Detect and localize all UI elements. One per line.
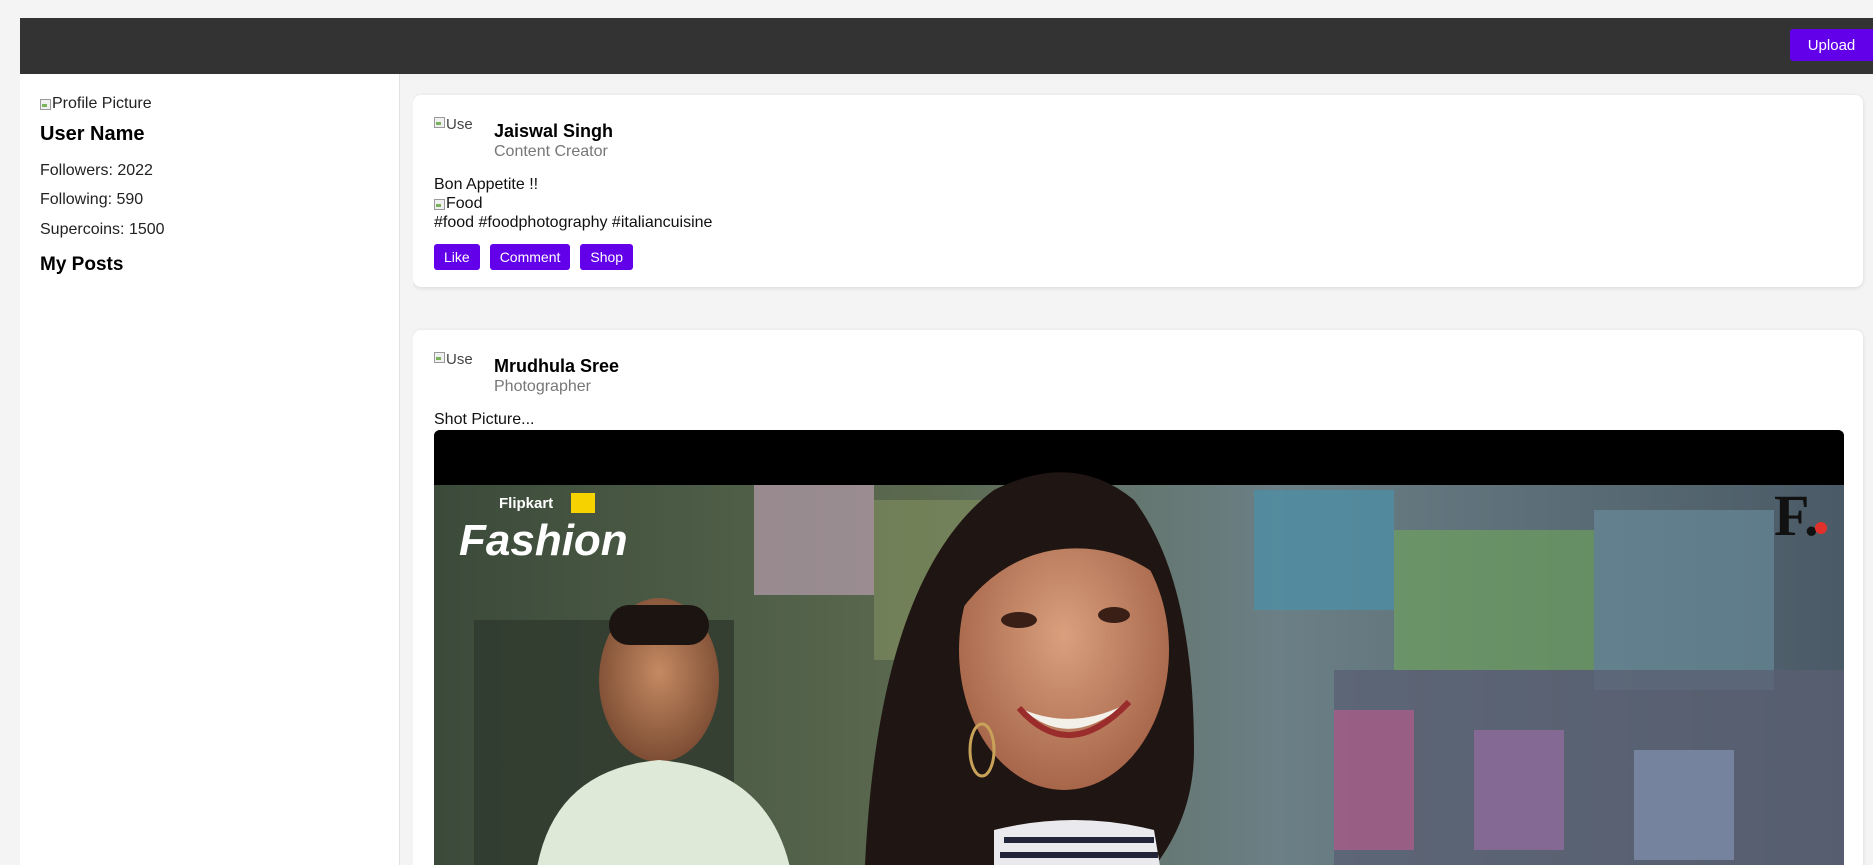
post-author-name[interactable]: Jaiswal Singh [494, 121, 613, 142]
app-shell: Upload Profile Picture User Name Followe… [20, 18, 1873, 865]
post-caption: Shot Picture... [434, 411, 535, 428]
fashion-photo-illustration: Flipkart Fashion F. [434, 430, 1844, 865]
post-hashtags: #food #foodphotography #italiancuisine [434, 214, 713, 231]
post-author-role: Content Creator [494, 143, 608, 160]
post-author-name[interactable]: Mrudhula Sree [494, 356, 619, 377]
profile-sidebar: Profile Picture User Name Followers: 202… [20, 74, 400, 865]
profile-picture[interactable]: Profile Picture [40, 95, 152, 113]
broken-image-icon [434, 198, 445, 210]
brand-logo-text: F. [1774, 483, 1819, 548]
profile-username: User Name [40, 123, 145, 145]
post-photo[interactable]: Flipkart Fashion F. [434, 430, 1844, 865]
post-author-role: Photographer [494, 378, 591, 395]
upload-button[interactable]: Upload [1790, 29, 1873, 61]
avatar-alt-text: Use [446, 116, 473, 133]
fashion-title-text: Fashion [459, 516, 628, 565]
followers-count: Followers: 2022 [40, 162, 153, 179]
post-actions: Like Comment Shop [434, 244, 634, 270]
post-author-avatar[interactable]: Use [434, 351, 484, 391]
brand-small-text: Flipkart [499, 495, 553, 512]
profile-picture-alt-text: Profile Picture [52, 95, 152, 112]
broken-image-icon [40, 98, 51, 110]
supercoins-count: Supercoins: 1500 [40, 221, 165, 238]
post-caption: Bon Appetite !! [434, 176, 539, 193]
avatar-alt-text: Use [446, 351, 473, 368]
broken-image-icon [434, 351, 445, 363]
post-image[interactable]: Food [434, 195, 482, 213]
broken-image-icon [434, 116, 445, 128]
post-author-avatar[interactable]: Use [434, 116, 484, 156]
post-image-alt-text: Food [446, 195, 483, 212]
like-button[interactable]: Like [434, 244, 480, 270]
post-card: Use Jaiswal Singh Content Creator Bon Ap… [413, 95, 1863, 287]
post-feed[interactable]: Use Jaiswal Singh Content Creator Bon Ap… [413, 74, 1873, 865]
top-navbar: Upload [20, 18, 1873, 74]
shop-button[interactable]: Shop [580, 244, 634, 270]
following-count: Following: 590 [40, 191, 144, 208]
comment-button[interactable]: Comment [489, 244, 571, 270]
my-posts-heading: My Posts [40, 254, 124, 275]
post-card: Use Mrudhula Sree Photographer Shot Pict… [413, 330, 1863, 865]
